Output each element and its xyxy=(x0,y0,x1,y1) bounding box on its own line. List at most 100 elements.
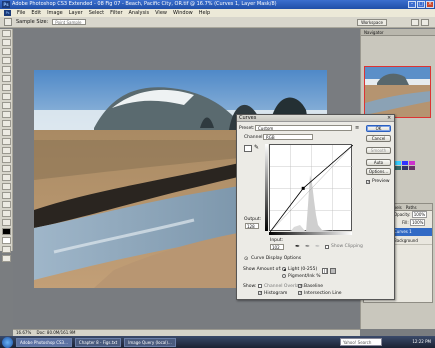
search-input[interactable]: Yahoo! Search xyxy=(340,338,382,346)
app-menu-icon[interactable]: Ps xyxy=(4,10,11,16)
detailed-grid-icon[interactable] xyxy=(330,268,336,274)
dodge-tool-icon[interactable] xyxy=(2,147,11,154)
screen-mode-icon[interactable] xyxy=(2,255,11,262)
baseline-checkbox[interactable] xyxy=(298,283,302,288)
menu-edit[interactable]: Edit xyxy=(31,10,41,16)
input-field[interactable]: 102 xyxy=(270,244,284,250)
eyedropper-tool-icon[interactable] xyxy=(4,18,12,26)
maximize-button[interactable]: □ xyxy=(417,1,425,8)
tab-paths[interactable]: Paths xyxy=(406,204,417,210)
panel-well-icon[interactable] xyxy=(421,19,429,26)
options-button[interactable]: Options... xyxy=(366,168,391,175)
preview-checkbox[interactable] xyxy=(366,179,370,184)
output-field[interactable]: 128 xyxy=(245,223,259,229)
light-radio[interactable] xyxy=(282,267,286,271)
pencil-icon[interactable]: ✎ xyxy=(254,145,261,152)
healing-brush-tool-icon[interactable] xyxy=(2,84,11,91)
preset-options-icon[interactable]: ≡ xyxy=(355,125,361,131)
gray-point-eyedropper-icon[interactable]: ✒ xyxy=(305,243,310,250)
navigator-preview xyxy=(365,67,430,117)
curve-edit-points-icon[interactable] xyxy=(244,145,252,152)
lasso-tool-icon[interactable] xyxy=(2,48,11,55)
show-clipping-checkbox[interactable] xyxy=(325,245,329,249)
navigator-tab[interactable]: Navigator xyxy=(361,29,435,36)
simple-grid-icon[interactable] xyxy=(322,268,328,274)
history-brush-tool-icon[interactable] xyxy=(2,111,11,118)
foreground-color-swatch[interactable] xyxy=(2,228,11,235)
type-tool-icon[interactable] xyxy=(2,165,11,172)
taskbar-item[interactable]: Image Query (local)... xyxy=(124,337,176,347)
pigment-radio[interactable] xyxy=(282,274,286,278)
zoom-level[interactable]: 16.67% xyxy=(16,330,31,335)
navigator-thumbnail[interactable] xyxy=(364,66,431,118)
zoom-tool-icon[interactable] xyxy=(2,219,11,226)
swatch-blue[interactable] xyxy=(402,161,408,165)
workspace-button[interactable]: Workspace xyxy=(357,19,387,26)
auto-button[interactable]: Auto xyxy=(366,159,391,166)
fill-value[interactable]: 100% xyxy=(409,219,426,226)
menu-file[interactable]: File xyxy=(17,10,25,16)
swatch-purple[interactable] xyxy=(409,166,415,170)
brush-tool-icon[interactable] xyxy=(2,93,11,100)
notes-tool-icon[interactable] xyxy=(2,192,11,199)
swatch-navy[interactable] xyxy=(402,166,408,170)
curve-graph[interactable] xyxy=(269,144,354,233)
ok-button[interactable]: OK xyxy=(366,125,391,132)
quick-mask-icon[interactable] xyxy=(2,246,11,253)
sample-size-select[interactable]: Point Sample xyxy=(52,19,87,25)
close-icon[interactable]: × xyxy=(387,116,392,121)
cancel-button[interactable]: Cancel xyxy=(366,135,391,142)
crop-tool-icon[interactable] xyxy=(2,66,11,73)
smooth-button[interactable]: Smooth xyxy=(366,147,391,154)
path-selection-tool-icon[interactable] xyxy=(2,174,11,181)
menu-analysis[interactable]: Analysis xyxy=(129,10,150,16)
bridge-icon[interactable] xyxy=(411,19,419,26)
marquee-tool-icon[interactable] xyxy=(2,39,11,46)
black-point-eyedropper-icon[interactable]: ✒ xyxy=(295,243,300,250)
menu-help[interactable]: Help xyxy=(199,10,210,16)
preset-select[interactable]: Custom xyxy=(255,125,352,131)
taskbar-item[interactable]: Chapter 8 - Figs.txt xyxy=(74,337,122,347)
channel-select[interactable]: RGB xyxy=(263,134,313,140)
show-amount-label: Show Amount of: xyxy=(243,267,282,272)
background-color-swatch[interactable] xyxy=(2,237,11,244)
disclosure-chevron-icon[interactable]: ⊙ xyxy=(244,256,248,262)
slice-tool-icon[interactable] xyxy=(2,75,11,82)
light-label: Light (0-255) xyxy=(288,267,318,272)
swatch-teal[interactable] xyxy=(395,166,401,170)
eyedropper-tool-icon[interactable] xyxy=(2,201,11,208)
minimize-button[interactable]: – xyxy=(408,1,416,8)
white-point-eyedropper-icon[interactable]: ✒ xyxy=(315,243,320,250)
swatch-magenta[interactable] xyxy=(409,161,415,165)
menu-view[interactable]: View xyxy=(155,10,167,16)
histogram-label: Histogram xyxy=(264,291,288,296)
swatch-cyan[interactable] xyxy=(395,161,401,165)
intersection-line-checkbox[interactable] xyxy=(298,290,302,295)
gradient-tool-icon[interactable] xyxy=(2,129,11,136)
blur-tool-icon[interactable] xyxy=(2,138,11,145)
shape-tool-icon[interactable] xyxy=(2,183,11,190)
channel-overlays-checkbox[interactable] xyxy=(258,284,262,288)
move-tool-icon[interactable] xyxy=(2,30,11,37)
screen-mode-buttons xyxy=(411,19,429,26)
output-label: Output: xyxy=(244,217,262,222)
opacity-value[interactable]: 100% xyxy=(411,211,428,218)
menu-select[interactable]: Select xyxy=(89,10,104,16)
hand-tool-icon[interactable] xyxy=(2,210,11,217)
menu-filter[interactable]: Filter xyxy=(110,10,122,16)
histogram-checkbox[interactable] xyxy=(258,290,262,295)
start-button[interactable] xyxy=(2,336,13,348)
pen-tool-icon[interactable] xyxy=(2,156,11,163)
menu-window[interactable]: Window xyxy=(173,10,193,16)
menu-layer[interactable]: Layer xyxy=(69,10,83,16)
fill-label: Fill: xyxy=(402,220,409,225)
taskbar-item[interactable]: Adobe Photoshop CS3... xyxy=(16,337,72,347)
photoshop-logo-icon: Ps xyxy=(2,1,10,8)
magic-wand-tool-icon[interactable] xyxy=(2,57,11,64)
clone-stamp-tool-icon[interactable] xyxy=(2,102,11,109)
curve-control-point[interactable] xyxy=(301,186,305,190)
close-button[interactable]: × xyxy=(426,1,434,8)
menu-image[interactable]: Image xyxy=(47,10,63,16)
eraser-tool-icon[interactable] xyxy=(2,120,11,127)
channel-label: Channel: xyxy=(244,135,264,140)
